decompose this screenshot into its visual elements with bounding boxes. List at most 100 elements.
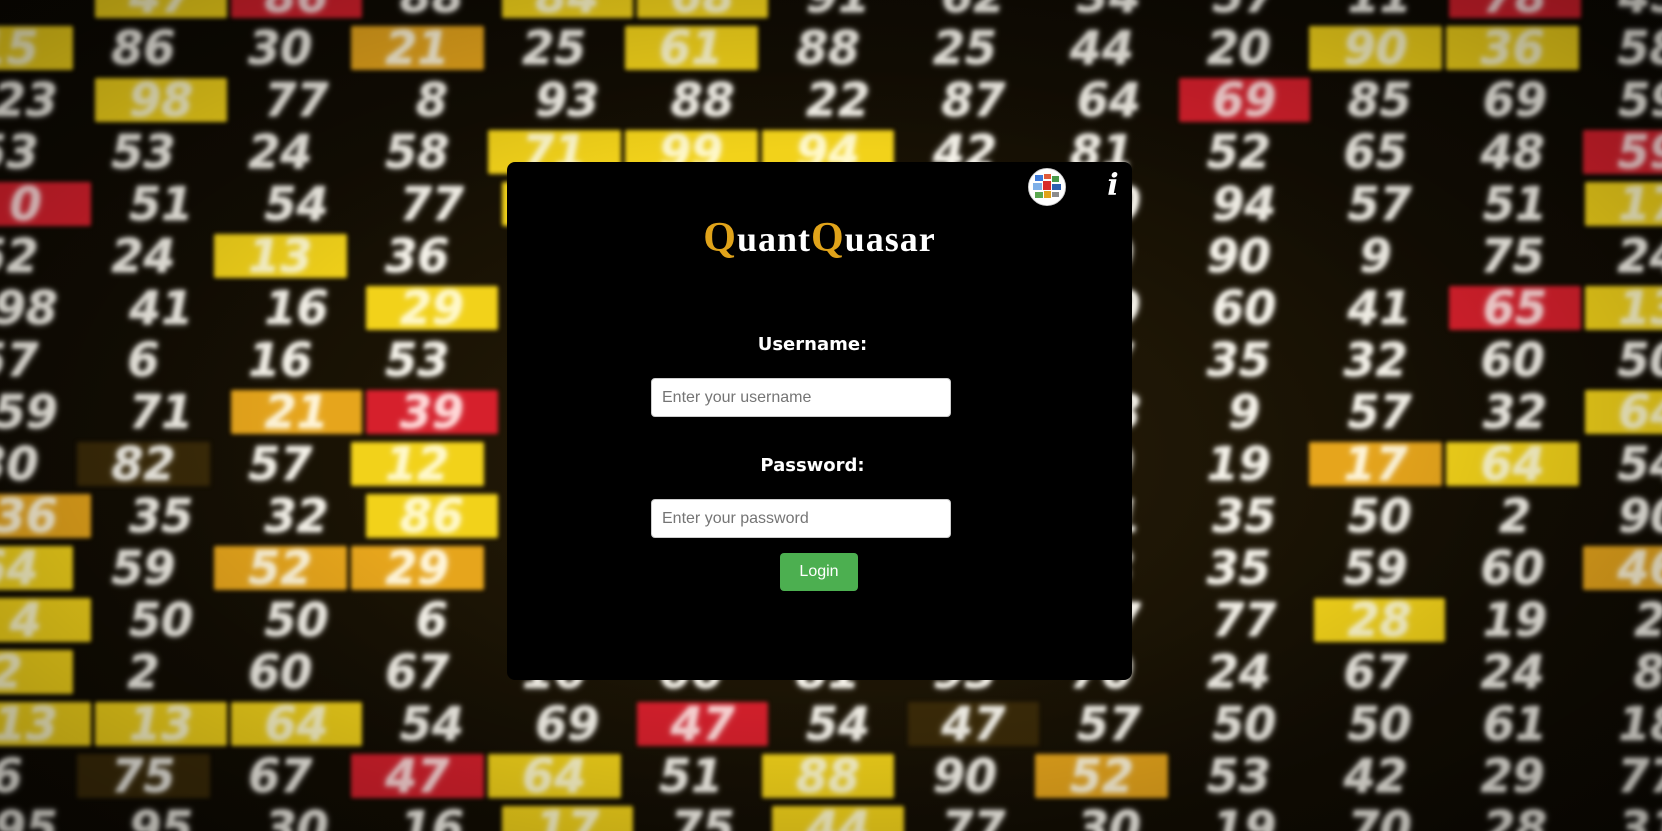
- ticker-cell: 95: [0, 801, 58, 831]
- ticker-cell: 30: [248, 21, 313, 75]
- ticker-cell: 70: [1347, 801, 1412, 831]
- ticker-cell: 57: [0, 333, 39, 387]
- ticker-cell: 58: [385, 125, 450, 179]
- ticker-cell: 29: [366, 281, 498, 335]
- brand-text-part1: uant: [736, 219, 811, 259]
- ticker-cell: 57: [1347, 385, 1412, 439]
- password-input[interactable]: [651, 499, 951, 538]
- ticker-cell: 44: [772, 801, 904, 831]
- ticker-cell: 50: [1617, 333, 1662, 387]
- ticker-cell: 77: [264, 73, 329, 127]
- ticker-cell: 61: [624, 21, 758, 75]
- ticker-cell: 32: [264, 489, 329, 543]
- ticker-cell: 50: [129, 593, 194, 647]
- ticker-cell: 95: [129, 801, 194, 831]
- ticker-cell: 69: [1178, 73, 1310, 127]
- ticker-cell: 54: [264, 177, 329, 231]
- ticker-cell: 54: [806, 697, 871, 751]
- ticker-cell: 31: [1618, 801, 1662, 831]
- ticker-cell: 65: [1449, 281, 1581, 335]
- ticker-cell: 59: [111, 541, 176, 595]
- ticker-cell: 17: [1309, 437, 1443, 491]
- ticker-cell: 62: [908, 0, 1039, 23]
- ticker-cell: 69: [535, 697, 600, 751]
- ticker-cell: 75: [76, 749, 210, 803]
- ticker-cell: 24: [1480, 645, 1545, 699]
- ticker-cell: 34: [1043, 0, 1174, 23]
- ticker-cell: 36: [0, 489, 92, 543]
- ticker-cell: 77: [941, 801, 1006, 831]
- ticker-cell: 9: [1228, 385, 1261, 439]
- ticker-cell: 53: [111, 125, 176, 179]
- ticker-cell: 90: [1618, 489, 1662, 543]
- username-input[interactable]: [651, 378, 951, 417]
- ticker-cell: 71: [129, 385, 194, 439]
- ticker-cell: 47: [350, 749, 484, 803]
- ticker-cell: 13: [1584, 281, 1662, 335]
- ticker-cell: 65: [1343, 125, 1408, 179]
- ticker-cell: 12: [350, 437, 484, 491]
- ticker-cell: 47: [95, 0, 227, 23]
- ticker-cell: 32: [1343, 333, 1408, 387]
- ticker-cell: 23: [0, 73, 58, 127]
- ticker-cell: 78: [1449, 0, 1581, 23]
- ticker-cell: 53: [385, 333, 450, 387]
- ticker-cell: 2: [1498, 489, 1531, 543]
- ticker-cell: 16: [264, 281, 329, 335]
- ticker-cell: 59: [1583, 125, 1662, 179]
- ticker-cell: 64: [230, 697, 363, 751]
- ticker-cell: 59: [0, 385, 58, 439]
- ticker-cell: 20: [1206, 21, 1271, 75]
- ticker-cell: 45: [1585, 0, 1662, 23]
- ticker-cell: 16: [248, 333, 313, 387]
- ticker-cell: 30: [264, 801, 329, 831]
- ticker-cell: 6: [415, 593, 448, 647]
- ticker-row: 23 98 77 8 93 88 22 87 64 69 85 69 59: [0, 73, 1662, 127]
- ticker-cell: 29: [1480, 749, 1545, 803]
- ticker-cell: [0, 0, 91, 18]
- ticker-cell: 84: [501, 0, 633, 23]
- ticker-cell: 75: [1480, 229, 1545, 283]
- login-card: i QuantQuasar Username: Password: Login: [507, 162, 1132, 680]
- ticker-cell: 24: [1206, 645, 1271, 699]
- ticker-cell: 82: [76, 437, 210, 491]
- ticker-cell: 9: [1359, 229, 1392, 283]
- ticker-cell: 64: [1584, 385, 1662, 439]
- ticker-cell: 60: [1212, 281, 1277, 335]
- ticker-cell: 90: [932, 749, 997, 803]
- ticker-cell: 24: [111, 229, 176, 283]
- info-button[interactable]: i: [1101, 168, 1125, 204]
- ticker-cell: 88: [366, 0, 497, 23]
- ticker-cell: 44: [1069, 21, 1134, 75]
- ticker-cell: 41: [129, 281, 194, 335]
- ticker-row: 13136454694754475750506118: [0, 697, 1662, 751]
- ticker-cell: 19: [1482, 593, 1547, 647]
- ticker-cell: 18: [1618, 697, 1662, 751]
- login-button[interactable]: Login: [780, 553, 858, 591]
- ticker-cell: 48: [1480, 125, 1545, 179]
- ticker-cell: 91: [772, 0, 903, 23]
- ticker-cell: 61: [1482, 697, 1547, 751]
- ticker-cell: 69: [1482, 73, 1547, 127]
- ticker-cell: 53: [1206, 749, 1271, 803]
- ticker-cell: 13: [213, 229, 347, 283]
- ticker-cell: 28: [1313, 593, 1446, 647]
- ticker-cell: 11: [1314, 0, 1445, 23]
- ticker-cell: 22: [806, 73, 871, 127]
- ticker-cell: 67: [1343, 645, 1408, 699]
- ticker-cell: 98: [0, 281, 58, 335]
- brand-logo: QuantQuasar: [507, 214, 1132, 262]
- ticker-cell: 47: [636, 697, 769, 751]
- ticker-cell: 13: [95, 697, 227, 751]
- brand-text-part2: uasar: [844, 219, 936, 259]
- ticker-cell: 8: [415, 73, 448, 127]
- ticker-cell: 16: [399, 801, 464, 831]
- ticker-cell: 68: [636, 0, 769, 23]
- ticker-cell: 17: [501, 801, 633, 831]
- ticker-cell: 88: [670, 73, 735, 127]
- ticker-cell: 54: [399, 697, 464, 751]
- ticker-cell: 8: [1583, 645, 1662, 699]
- brand-letter-q2: Q: [811, 215, 845, 261]
- profile-collage-icon[interactable]: [1028, 168, 1066, 206]
- ticker-cell: 42: [1343, 749, 1408, 803]
